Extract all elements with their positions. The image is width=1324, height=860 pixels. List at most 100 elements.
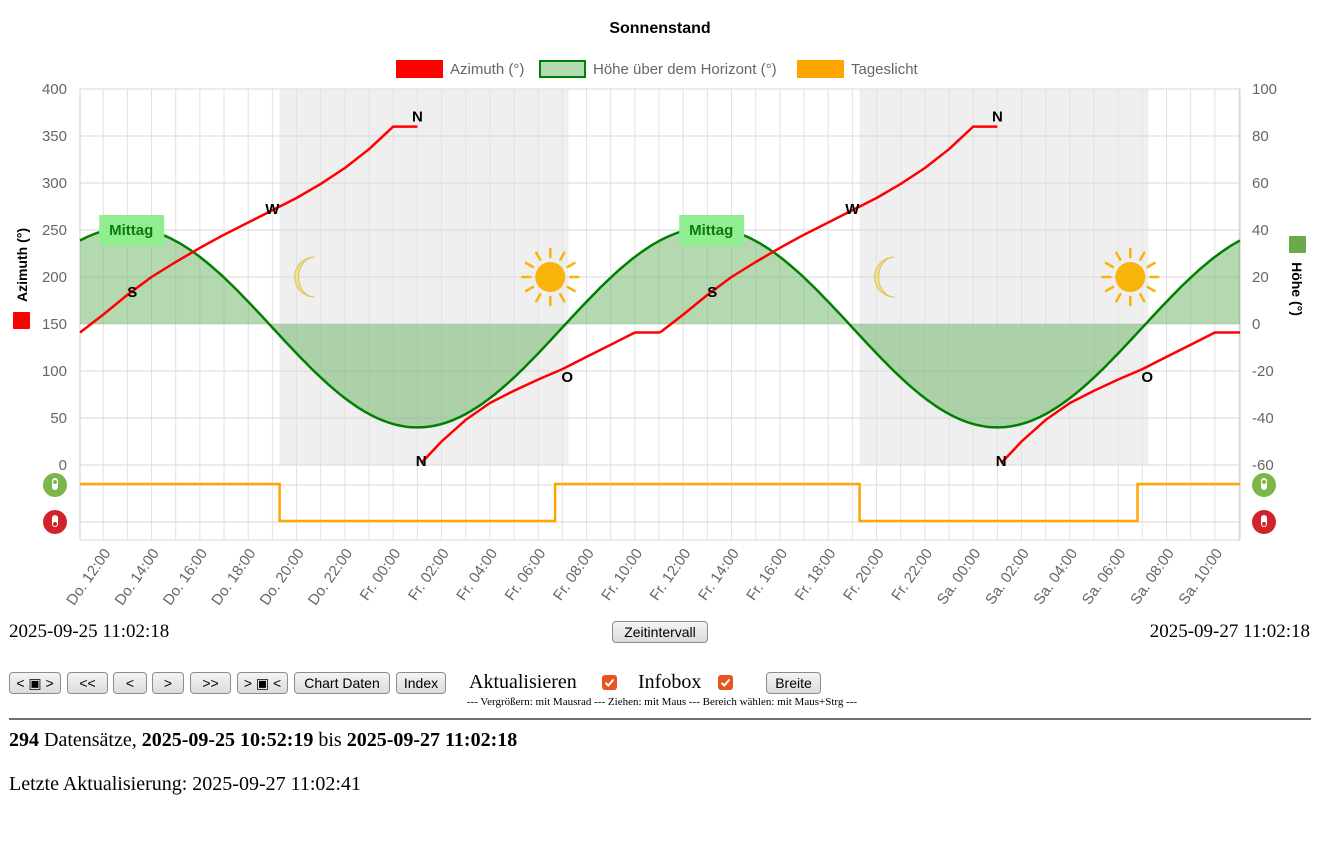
record-from: 2025-09-25 10:52:19: [141, 729, 314, 751]
x-tick-label: Fr. 00:00: [357, 546, 405, 604]
infobox-label: Infobox: [638, 671, 702, 693]
daylight-off-icon: [1252, 510, 1276, 534]
y-left-tick-label: 0: [59, 457, 67, 474]
y-left-tick-label: 300: [42, 175, 67, 192]
sun-position-chart[interactable]: Sonnenstand Azimuth (°) Höhe über dem Hori…: [0, 0, 1324, 615]
checkmark-icon: [720, 678, 731, 687]
refresh-checkbox[interactable]: [602, 675, 617, 690]
direction-label: O: [561, 369, 573, 386]
noon-label: Mittag: [679, 215, 745, 246]
daylight-line: [80, 482, 1240, 523]
y-right-tick-label: -60: [1252, 457, 1274, 474]
x-tick-label: Fr. 16:00: [743, 546, 791, 604]
direction-label: N: [416, 453, 427, 470]
y-left-swatch: [13, 312, 30, 329]
y-right-tick-label: 60: [1252, 175, 1269, 192]
y-right-tick-label: 20: [1252, 269, 1269, 286]
bulb-dot: [1262, 522, 1266, 526]
range-start: 2025-09-25 11:02:18: [9, 621, 170, 642]
y-right-tick-label: 0: [1252, 316, 1260, 333]
noon-label-text: Mittag: [109, 222, 153, 239]
legend-label: Azimuth (°): [450, 61, 524, 78]
width-button[interactable]: Breite: [766, 672, 821, 694]
record-summary: 294 Datensätze, 2025-09-25 10:52:19 bis …: [9, 729, 517, 752]
y-left-tick-label: 100: [42, 363, 67, 380]
y-left-tick-label: 200: [42, 269, 67, 286]
direction-label: O: [1141, 369, 1153, 386]
x-tick-label: Do. 12:00: [63, 546, 114, 609]
interval-button[interactable]: Zeitintervall: [612, 621, 708, 643]
x-tick-label: Fr. 14:00: [695, 546, 743, 604]
legend-item: Tageslicht: [797, 60, 919, 78]
x-tick-label: Sa. 02:00: [982, 546, 1033, 608]
x-tick-label: Fr. 20:00: [840, 546, 888, 604]
y-right-swatch: [1289, 236, 1306, 253]
last-update-value: 2025-09-27 11:02:41: [192, 773, 361, 795]
range-end: 2025-09-27 11:02:18: [1149, 621, 1310, 642]
legend-swatch: [539, 60, 586, 78]
zoom-out-button[interactable]: < ▣ >: [9, 672, 61, 694]
x-tick-label: Fr. 12:00: [647, 546, 695, 604]
record-count: 294: [9, 729, 39, 751]
y-left-tick-label: 400: [42, 81, 67, 98]
direction-label: N: [412, 109, 423, 126]
y-right-tick-label: 100: [1252, 81, 1277, 98]
chart-title: Sonnenstand: [609, 20, 710, 37]
legend-swatch: [396, 60, 443, 78]
x-tick-label: Sa. 10:00: [1175, 546, 1226, 608]
forward-big-button[interactable]: >>: [190, 672, 231, 694]
sun-ray: [1146, 261, 1156, 269]
sun-ray: [1146, 285, 1156, 293]
legend-item: Höhe über dem Horizont (°): [539, 60, 777, 78]
x-tick-label: Fr. 04:00: [453, 546, 501, 604]
chart-data-button[interactable]: Chart Daten: [294, 672, 390, 694]
x-tick-label: Sa. 08:00: [1127, 546, 1178, 608]
record-to: 2025-09-27 11:02:18: [346, 729, 518, 751]
back-big-button[interactable]: <<: [67, 672, 108, 694]
x-tick-label: Sa. 04:00: [1030, 546, 1081, 608]
bulb-dot: [1262, 480, 1266, 484]
x-tick-label: Fr. 18:00: [792, 546, 840, 604]
record-label: Datensätze,: [44, 729, 137, 751]
usage-hint: --- Vergrößern: mit Mausrad --- Ziehen: …: [466, 696, 858, 708]
x-tick-label: Fr. 02:00: [405, 546, 453, 604]
y-right-axis-label: Höhe (°): [1289, 262, 1305, 316]
daylight-on-icon: [1252, 473, 1276, 497]
x-tick-label: Fr. 06:00: [502, 546, 550, 604]
forward-button[interactable]: >: [152, 672, 184, 694]
direction-label: S: [127, 284, 137, 301]
x-tick-label: Fr. 10:00: [598, 546, 646, 604]
last-update: Letzte Aktualisierung: 2025-09-27 11:02:…: [9, 773, 361, 796]
zoom-in-button[interactable]: > ▣ <: [237, 672, 288, 694]
noon-label-text: Mittag: [689, 222, 733, 239]
legend-swatch: [797, 60, 844, 78]
x-tick-label: Do. 22:00: [305, 546, 356, 609]
y-left-tick-label: 350: [42, 128, 67, 145]
checkmark-icon: [604, 678, 615, 687]
separator: [9, 718, 1311, 720]
x-tick-label: Fr. 22:00: [888, 546, 936, 604]
infobox-checkbox[interactable]: [718, 675, 733, 690]
back-button[interactable]: <: [113, 672, 147, 694]
legend-label: Tageslicht: [851, 61, 919, 78]
y-right-tick-label: 40: [1252, 222, 1269, 239]
direction-label: W: [845, 201, 860, 218]
direction-label: S: [707, 284, 717, 301]
direction-label: W: [265, 201, 280, 218]
index-button[interactable]: Index: [396, 672, 446, 694]
refresh-label: Aktualisieren: [469, 671, 577, 693]
y-left-tick-label: 250: [42, 222, 67, 239]
sun-ray: [566, 285, 576, 293]
sun-core: [535, 262, 566, 292]
x-tick-label: Do. 20:00: [257, 546, 308, 609]
y-left-tick-label: 150: [42, 316, 67, 333]
x-tick-label: Sa. 00:00: [934, 546, 985, 608]
legend-item: Azimuth (°): [396, 60, 524, 78]
y-right-tick-label: 80: [1252, 128, 1269, 145]
legend-label: Höhe über dem Horizont (°): [593, 61, 777, 78]
daylight-on-icon: [43, 473, 67, 497]
x-tick-label: Sa. 06:00: [1079, 546, 1130, 608]
daylight-off-icon: [43, 510, 67, 534]
sun-core: [1115, 262, 1146, 292]
bulb-dot: [53, 522, 57, 526]
